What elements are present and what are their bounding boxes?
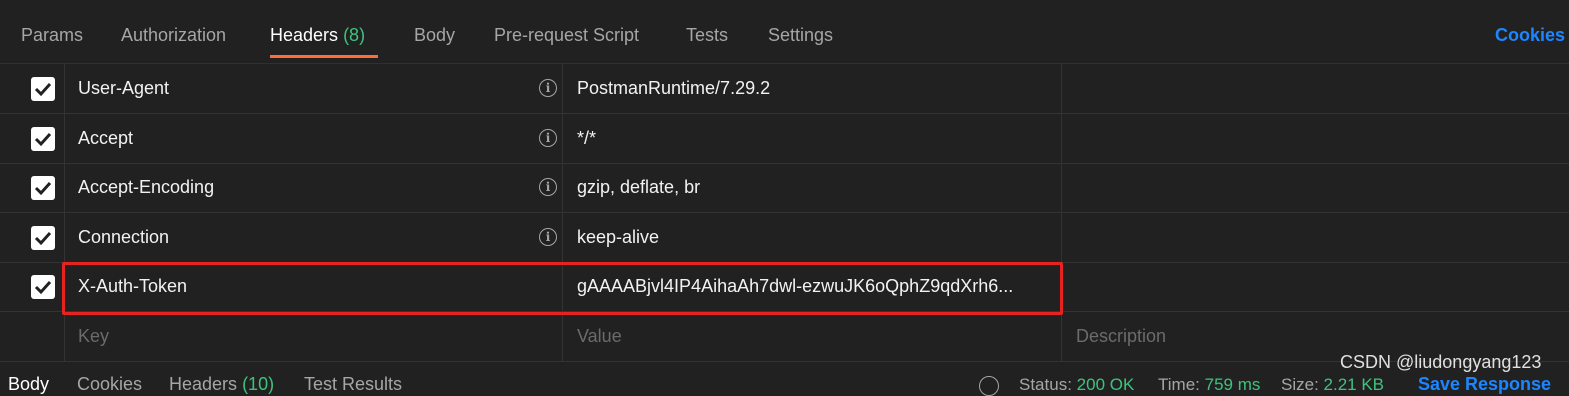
description-cell[interactable] — [1062, 213, 1569, 262]
tab-tests[interactable]: Tests — [686, 0, 728, 60]
key-input-cell[interactable]: Key — [64, 312, 563, 361]
row-checkbox[interactable] — [31, 77, 55, 101]
response-tab-test-results-label: Test Results — [304, 374, 403, 394]
response-tab-body[interactable]: Body — [8, 374, 49, 395]
response-tab-headers-label: Headers — [169, 374, 238, 394]
table-row: User-Agent i PostmanRuntime/7.29.2 — [0, 64, 1569, 114]
header-key: Accept — [78, 128, 134, 148]
status-label: Status: — [1019, 375, 1072, 394]
request-tabs: Params Authorization Headers (8) Body Pr… — [0, 0, 1569, 64]
key-cell[interactable]: Accept i — [64, 114, 563, 163]
header-value: keep-alive — [577, 227, 660, 247]
row-checkbox-cell — [0, 262, 65, 311]
time-value: 759 ms — [1204, 375, 1261, 394]
active-tab-indicator — [270, 55, 378, 58]
response-tab-headers[interactable]: Headers (10) — [169, 374, 274, 395]
response-tab-test-results[interactable]: Test Results — [304, 374, 402, 395]
tab-headers-label: Headers — [270, 25, 339, 45]
time-label: Time: — [1158, 375, 1200, 394]
tab-settings-label: Settings — [768, 25, 834, 45]
size-info: Size: 2.21 KB — [1281, 375, 1384, 395]
response-tab-cookies-label: Cookies — [77, 374, 143, 394]
globe-icon[interactable] — [979, 376, 999, 396]
tab-pre-request-script-label: Pre-request Script — [494, 25, 640, 45]
header-key: Connection — [78, 227, 170, 247]
status-info: Status: 200 OK — [1019, 375, 1134, 395]
value-cell[interactable]: keep-alive — [563, 213, 1062, 262]
row-checkbox-cell — [0, 114, 65, 163]
row-checkbox-cell — [0, 163, 65, 212]
header-key: Accept-Encoding — [78, 177, 215, 197]
table-row: Accept-Encoding i gzip, deflate, br — [0, 163, 1569, 213]
value-cell[interactable]: gzip, deflate, br — [563, 163, 1062, 212]
tab-headers-count: (8) — [343, 25, 366, 45]
new-header-row: Key Value Description — [0, 312, 1569, 362]
tab-params[interactable]: Params — [21, 0, 83, 60]
key-placeholder: Key — [78, 326, 110, 346]
value-cell[interactable]: PostmanRuntime/7.29.2 — [563, 64, 1062, 113]
row-checkbox[interactable] — [31, 275, 55, 299]
tab-params-label: Params — [21, 25, 84, 45]
time-info: Time: 759 ms — [1158, 375, 1260, 395]
value-cell[interactable]: gAAAABjvl4IP4AihaAh7dwl-ezwuJK6oQphZ9qdX… — [563, 262, 1062, 311]
tab-headers[interactable]: Headers (8) — [270, 0, 365, 60]
row-checkbox[interactable] — [31, 127, 55, 151]
save-response-button[interactable]: Save Response — [1418, 374, 1551, 395]
response-tab-body-label: Body — [8, 374, 50, 394]
header-value: gAAAABjvl4IP4AihaAh7dwl-ezwuJK6oQphZ9qdX… — [577, 276, 1014, 296]
key-cell[interactable]: User-Agent i — [64, 64, 563, 113]
value-input-cell[interactable]: Value — [563, 312, 1062, 361]
tab-body[interactable]: Body — [414, 0, 455, 60]
description-cell[interactable] — [1062, 262, 1569, 311]
header-value: */* — [577, 128, 597, 148]
header-key: User-Agent — [78, 78, 170, 98]
watermark: CSDN @liudongyang123 — [1340, 352, 1542, 372]
tab-settings[interactable]: Settings — [768, 0, 833, 60]
table-row: X-Auth-Token gAAAABjvl4IP4AihaAh7dwl-ezw… — [0, 262, 1569, 312]
value-cell[interactable]: */* — [563, 114, 1062, 163]
value-placeholder: Value — [577, 326, 622, 346]
row-checkbox-cell — [0, 64, 65, 113]
response-bar: Body Cookies Headers (10) Test Results S… — [0, 362, 1569, 396]
key-cell[interactable]: Connection i — [64, 213, 563, 262]
key-cell[interactable]: X-Auth-Token — [64, 262, 563, 311]
row-checkbox-cell — [0, 213, 65, 262]
header-key: X-Auth-Token — [78, 276, 188, 296]
response-tab-headers-count: (10) — [242, 374, 275, 394]
header-value: PostmanRuntime/7.29.2 — [577, 78, 771, 98]
description-cell[interactable] — [1062, 163, 1569, 212]
description-cell[interactable] — [1062, 64, 1569, 113]
info-icon[interactable]: i — [539, 228, 557, 246]
info-icon[interactable]: i — [539, 129, 557, 147]
key-cell[interactable]: Accept-Encoding i — [64, 163, 563, 212]
size-label: Size: — [1281, 375, 1319, 394]
tab-body-label: Body — [414, 25, 456, 45]
header-value: gzip, deflate, br — [577, 177, 701, 197]
table-row: Accept i */* — [0, 114, 1569, 164]
tab-authorization-label: Authorization — [121, 25, 227, 45]
info-icon[interactable]: i — [539, 79, 557, 97]
size-value: 2.21 KB — [1323, 375, 1385, 394]
description-placeholder: Description — [1076, 326, 1167, 346]
row-checkbox[interactable] — [31, 176, 55, 200]
row-checkbox[interactable] — [31, 226, 55, 250]
cookies-link[interactable]: Cookies — [1495, 0, 1565, 60]
status-value: 200 OK — [1076, 375, 1135, 394]
row-checkbox-cell — [0, 312, 65, 361]
tab-authorization[interactable]: Authorization — [121, 0, 226, 60]
tab-pre-request-script[interactable]: Pre-request Script — [494, 0, 639, 60]
description-cell[interactable] — [1062, 114, 1569, 163]
response-tab-cookies[interactable]: Cookies — [77, 374, 142, 395]
info-icon[interactable]: i — [539, 178, 557, 196]
table-row: Connection i keep-alive — [0, 213, 1569, 263]
tab-tests-label: Tests — [686, 25, 729, 45]
